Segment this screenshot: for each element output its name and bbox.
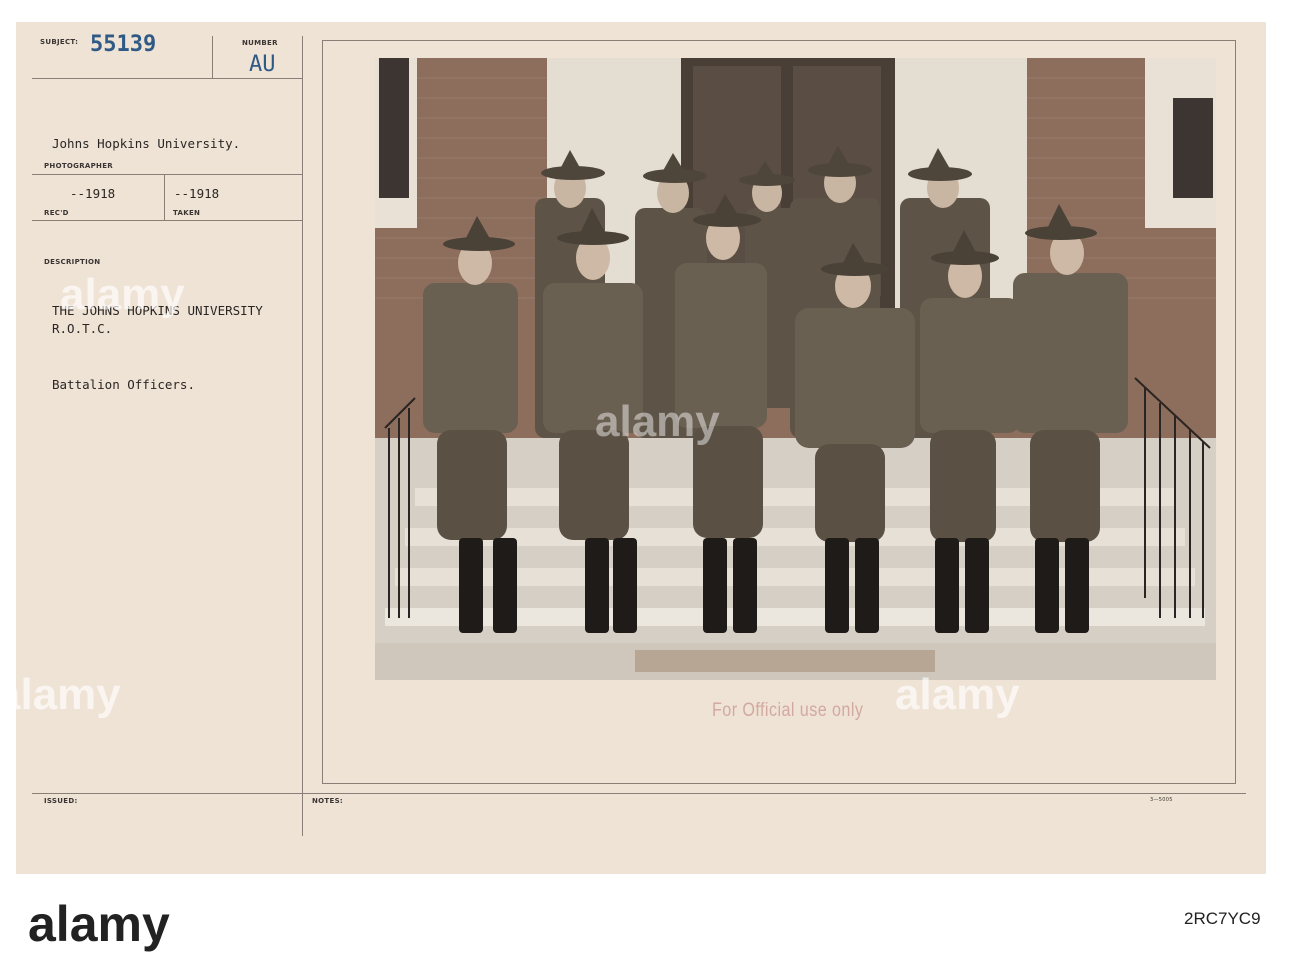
watermark-center-bottom: alamy [895, 670, 1020, 719]
rule-top-left [32, 78, 302, 79]
frame-left [322, 40, 323, 783]
rule-left-column [302, 36, 303, 836]
watermark-left-top: alamy [60, 270, 185, 319]
stock-footer-bar [0, 874, 1300, 965]
photographer-label: PHOTOGRAPHER [44, 162, 113, 170]
rule-dates [32, 220, 302, 221]
description-line-2: R.O.T.C. [52, 321, 113, 336]
form-code: 3—5005 [1150, 797, 1173, 803]
photo-watermark-logo: alamy [595, 397, 720, 446]
rule-bottom [32, 793, 1246, 794]
taken-value: --1918 [174, 186, 220, 201]
notes-label: NOTES: [312, 797, 344, 805]
frame-top [322, 40, 1236, 41]
official-use-stamp: For Official use only [712, 700, 864, 721]
rule-dates-divider [164, 174, 165, 220]
number-code: AU [249, 52, 276, 77]
subject-label: SUBJECT: [40, 38, 79, 46]
frame-bottom [322, 783, 1236, 784]
description-label: DESCRIPTION [44, 258, 101, 266]
taken-label: TAKEN [173, 209, 201, 217]
stock-logo: alamy [28, 896, 170, 952]
photographer-value: Johns Hopkins University. [52, 136, 241, 151]
stock-image-id: 2RC7YC9 [1184, 909, 1261, 928]
rule-subject-divider [212, 36, 213, 78]
issued-label: ISSUED: [44, 797, 78, 805]
archival-photograph: alamy alamy [375, 58, 1216, 680]
recd-label: REC'D [44, 209, 69, 217]
description-line-3: Battalion Officers. [52, 377, 195, 392]
number-label: NUMBER [242, 39, 278, 47]
photograph-illustration: alamy alamy [375, 58, 1216, 680]
subject-number: 55139 [90, 32, 157, 57]
frame-right [1235, 40, 1236, 783]
rule-photographer [32, 174, 302, 175]
watermark-left-bottom: alamy [0, 670, 121, 719]
recd-value: --1918 [70, 186, 116, 201]
